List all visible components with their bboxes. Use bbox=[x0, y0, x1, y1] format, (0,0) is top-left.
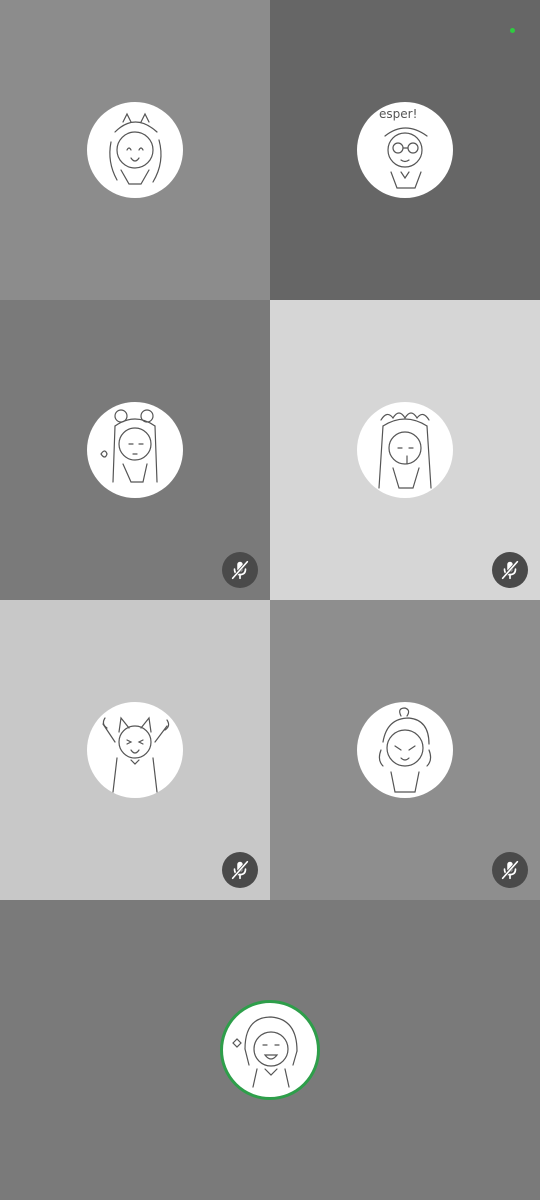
mic-off-icon bbox=[231, 860, 249, 880]
video-call-grid: esper! bbox=[0, 0, 540, 1200]
mic-muted-badge bbox=[492, 852, 528, 888]
online-status-dot bbox=[510, 28, 515, 33]
participant-tile-1[interactable] bbox=[0, 0, 270, 300]
participant-avatar bbox=[357, 702, 453, 798]
sketch-cat-ears-avatar-icon bbox=[102, 716, 170, 793]
participant-avatar bbox=[87, 702, 183, 798]
sketch-self-short-hair-avatar-icon bbox=[232, 1016, 298, 1088]
sketch-maid-girl-avatar-icon bbox=[378, 412, 432, 489]
participant-avatar bbox=[357, 402, 453, 498]
mic-muted-badge bbox=[222, 552, 258, 588]
mic-off-icon bbox=[501, 860, 519, 880]
avatar-sketch-text: esper! bbox=[379, 107, 417, 121]
mic-off-icon bbox=[231, 560, 249, 580]
sketch-girl-headband-avatar-icon bbox=[109, 112, 162, 185]
self-tile[interactable] bbox=[0, 900, 540, 1200]
participant-tile-4[interactable] bbox=[270, 300, 540, 600]
self-avatar-speaking bbox=[220, 1000, 320, 1100]
participant-avatar bbox=[87, 102, 183, 198]
sketch-boy-glasses-avatar-icon: esper! bbox=[379, 107, 428, 189]
participant-avatar: esper! bbox=[357, 102, 453, 198]
participant-tile-6[interactable] bbox=[270, 600, 540, 900]
mic-muted-badge bbox=[492, 552, 528, 588]
mic-off-icon bbox=[501, 560, 519, 580]
participant-tile-5[interactable] bbox=[0, 600, 270, 900]
sketch-girl-buns-avatar-icon bbox=[100, 409, 158, 483]
participant-avatar bbox=[87, 402, 183, 498]
participant-tile-2[interactable]: esper! bbox=[270, 0, 540, 300]
participant-tile-3[interactable] bbox=[0, 300, 270, 600]
sketch-boy-ahoge-avatar-icon bbox=[378, 707, 432, 793]
mic-muted-badge bbox=[222, 852, 258, 888]
